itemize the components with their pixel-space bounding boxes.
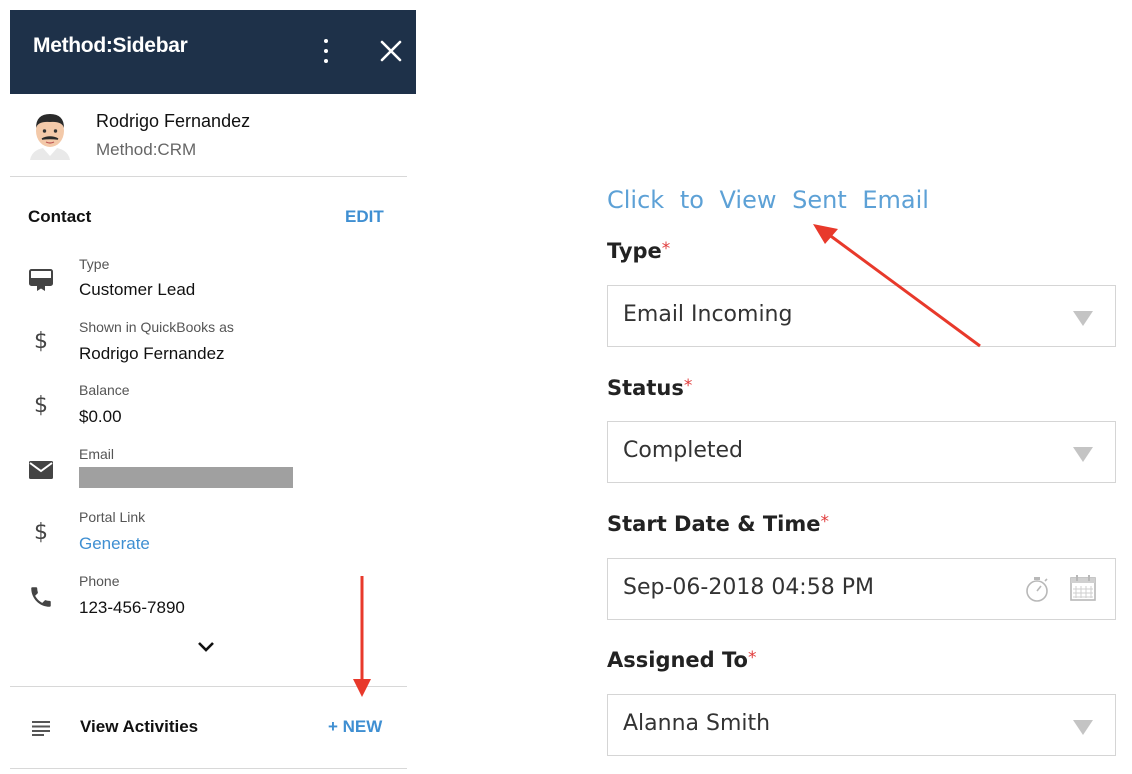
annotation-arrows xyxy=(353,224,981,697)
annotation-arrow-to-new-button xyxy=(353,576,371,697)
annotation-arrow-to-view-email xyxy=(813,224,981,348)
